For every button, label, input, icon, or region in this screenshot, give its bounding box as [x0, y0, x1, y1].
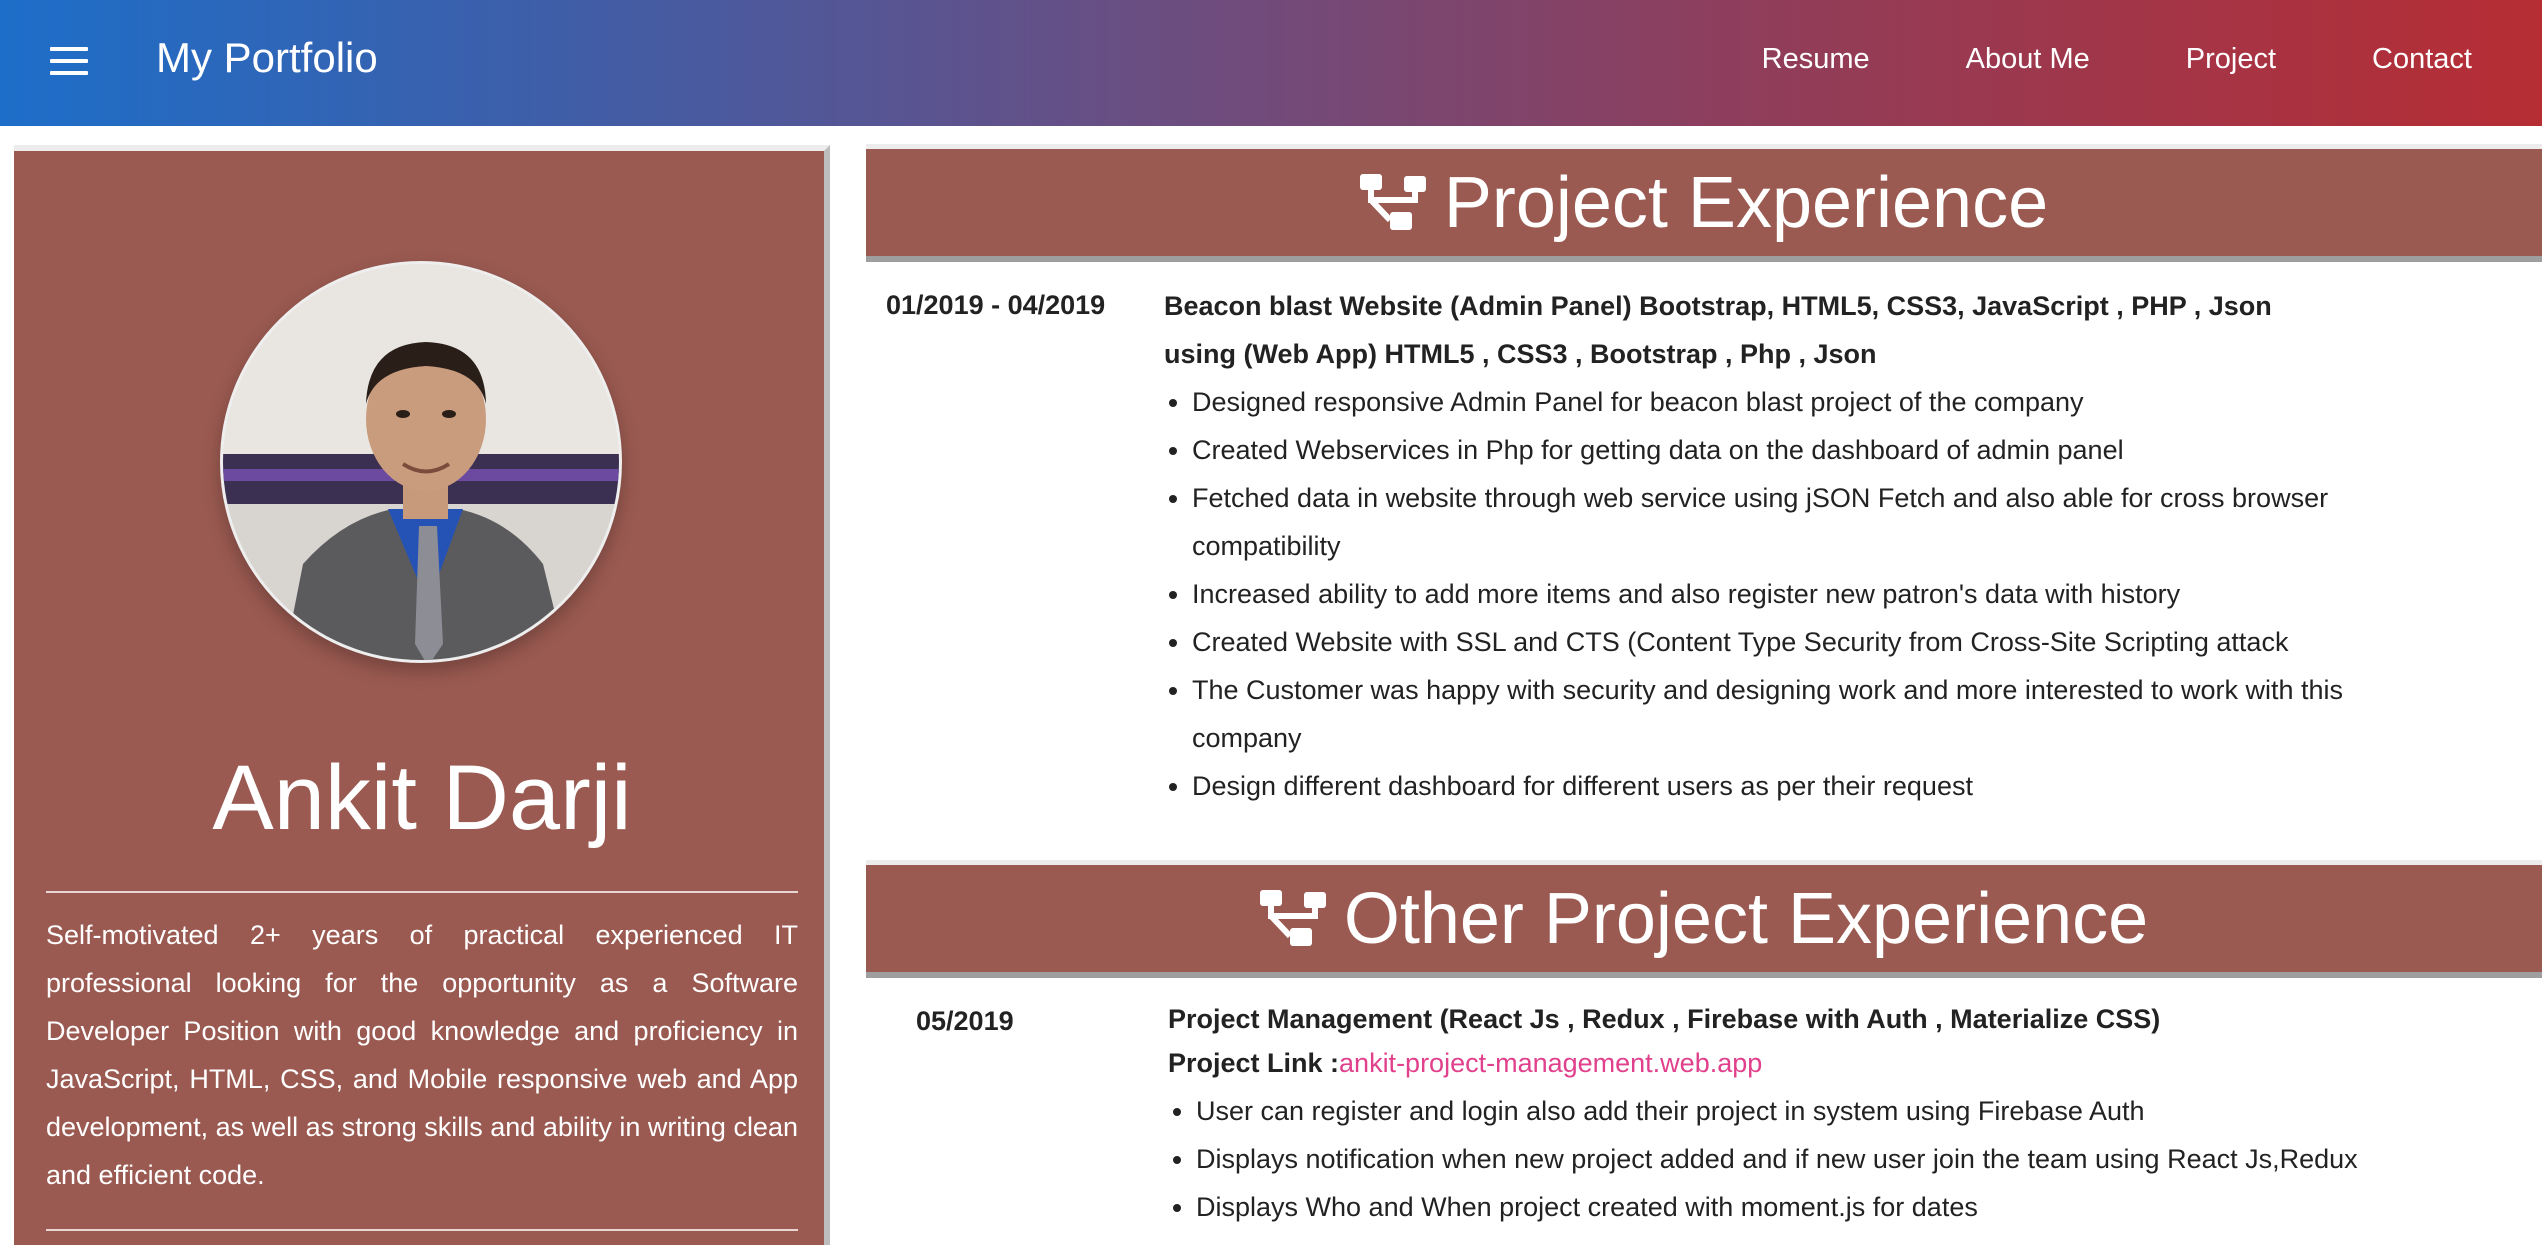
project-link-label: Project Link : — [1168, 1048, 1340, 1078]
nav-link-project[interactable]: Project — [2186, 43, 2276, 76]
section-title: Project Experience — [1443, 162, 2049, 243]
nav-link-resume[interactable]: Resume — [1762, 43, 1870, 76]
project-title-line-2: using (Web App) HTML5 , CSS3 , Bootstrap… — [1164, 339, 1877, 369]
section-title: Other Project Experience — [1343, 878, 2149, 959]
sitemap-icon — [1259, 889, 1326, 946]
profile-card: Ankit Darji Self-motivated 2+ years of p… — [14, 145, 830, 1245]
profile-summary: Self-motivated 2+ years of practical exp… — [46, 920, 798, 1190]
list-item: The Customer was happy with security and… — [1192, 666, 2432, 762]
profile-photo — [223, 264, 619, 660]
divider-bottom — [46, 1229, 798, 1231]
list-item: Increased ability to add more items and … — [1192, 570, 2432, 618]
top-navbar: My Portfolio Resume About Me Project Con… — [0, 0, 2542, 126]
other-project-experience-header: Other Project Experience — [866, 860, 2542, 978]
list-item: Design different dashboard for different… — [1192, 762, 2432, 810]
brand-title[interactable]: My Portfolio — [156, 34, 378, 82]
other-project-date: 05/2019 — [916, 1006, 1014, 1036]
project-experience-header: Project Experience — [866, 144, 2542, 262]
nav-links: Resume About Me Project Contact — [1762, 43, 2472, 76]
divider-top — [46, 891, 798, 893]
project-link-row: Project Link :ankit-project-management.w… — [1168, 1039, 1762, 1087]
avatar — [220, 261, 622, 663]
list-item: Displays Who and When project created wi… — [1196, 1183, 2496, 1231]
other-project-title: Project Management (React Js , Redux , F… — [1168, 1004, 2161, 1034]
hamburger-menu-icon[interactable] — [50, 47, 88, 77]
list-item: User can register and login also add the… — [1196, 1087, 2496, 1135]
project-date: 01/2019 - 04/2019 — [886, 290, 1106, 320]
profile-name: Ankit Darji — [212, 747, 632, 849]
other-project-bullet-list: User can register and login also add the… — [1168, 1087, 2496, 1231]
project-bullet-list: Designed responsive Admin Panel for beac… — [1164, 378, 2432, 810]
list-item: Designed responsive Admin Panel for beac… — [1192, 378, 2432, 426]
sitemap-icon — [1359, 173, 1426, 230]
list-item: Created Webservices in Php for getting d… — [1192, 426, 2432, 474]
nav-link-about-me[interactable]: About Me — [1966, 43, 2090, 76]
nav-link-contact[interactable]: Contact — [2372, 43, 2472, 76]
list-item: Displays notification when new project a… — [1196, 1135, 2496, 1183]
project-link[interactable]: ankit-project-management.web.app — [1339, 1048, 1762, 1078]
list-item: Fetched data in website through web serv… — [1192, 474, 2432, 570]
list-item: Created Website with SSL and CTS (Conten… — [1192, 618, 2432, 666]
project-title-line-1: Beacon blast Website (Admin Panel) Boots… — [1164, 291, 2272, 321]
